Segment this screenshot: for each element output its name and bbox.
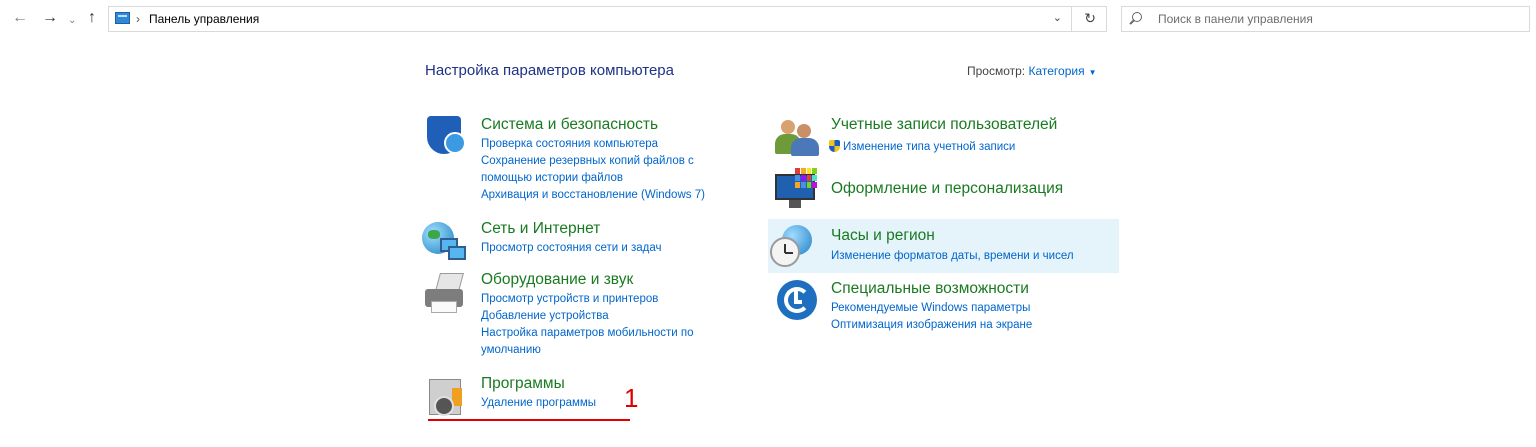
category-title[interactable]: Учетные записи пользователей (831, 116, 1057, 134)
category-title[interactable]: Специальные возможности (831, 280, 1029, 298)
link-change-account-type[interactable]: Изменение типа учетной записи (829, 139, 1015, 156)
category-title[interactable]: Система и безопасность (481, 116, 658, 134)
category-hardware-sound: Оборудование и звук Просмотр устройств и… (423, 271, 743, 361)
search-box[interactable]: Поиск в панели управления (1121, 6, 1530, 32)
clock-region-icon[interactable] (770, 225, 814, 269)
link-mobility-settings[interactable]: Настройка параметров мобильности по (481, 325, 694, 342)
category-appearance: Оформление и персонализация (773, 168, 1113, 212)
appearance-icon[interactable] (773, 168, 817, 212)
category-system-security: Система и безопасность Проверка состояни… (425, 116, 745, 206)
uac-shield-icon (829, 140, 840, 152)
category-title[interactable]: Сеть и Интернет (481, 220, 600, 238)
link-file-history-backup-cont[interactable]: помощью истории файлов (481, 170, 705, 187)
control-panel-small-icon (115, 12, 130, 24)
forward-arrow-icon[interactable]: → (42, 10, 58, 26)
breadcrumb-chevron-icon[interactable]: › (136, 12, 140, 26)
link-backup-restore-win7[interactable]: Архивация и восстановление (Windows 7) (481, 187, 705, 204)
page-title: Настройка параметров компьютера (425, 62, 674, 79)
breadcrumb-control-panel[interactable]: Панель управления (149, 12, 259, 26)
view-by-dropdown[interactable]: Категория (1028, 64, 1084, 78)
category-clock-region: Часы и регион Изменение форматов даты, в… (768, 219, 1119, 273)
programs-icon[interactable] (425, 375, 469, 419)
category-title[interactable]: Часы и регион (831, 227, 935, 245)
search-input[interactable]: Поиск в панели управления (1158, 12, 1313, 26)
up-arrow-icon[interactable]: ↑ (88, 10, 96, 26)
annotation-number: 1 (624, 383, 639, 413)
address-divider (1071, 7, 1072, 31)
link-check-computer-status[interactable]: Проверка состояния компьютера (481, 136, 705, 153)
annotation-underline (428, 419, 630, 421)
category-title[interactable]: Оформление и персонализация (831, 180, 1063, 198)
category-title[interactable]: Оборудование и звук (481, 271, 633, 289)
accessibility-icon[interactable] (775, 280, 819, 324)
address-bar[interactable]: › Панель управления ⌄ ↻ (108, 6, 1107, 32)
shield-icon[interactable] (425, 116, 469, 160)
recent-locations-chevron-icon[interactable]: ⌄ (68, 13, 76, 29)
link-recommended-settings[interactable]: Рекомендуемые Windows параметры (831, 300, 1032, 317)
link-devices-printers[interactable]: Просмотр устройств и принтеров (481, 291, 694, 308)
category-user-accounts: Учетные записи пользователей Изменение т… (775, 116, 1115, 160)
view-by: Просмотр: Категория ▼ (967, 64, 1097, 78)
category-title[interactable]: Программы (481, 375, 565, 393)
link-view-network-status[interactable]: Просмотр состояния сети и задач (481, 240, 661, 257)
category-ease-of-access: Специальные возможности Рекомендуемые Wi… (775, 280, 1115, 340)
link-uninstall-program[interactable]: Удаление программы (481, 395, 596, 412)
link-mobility-settings-cont[interactable]: умолчанию (481, 342, 694, 359)
users-icon[interactable] (775, 116, 819, 160)
view-by-caret-icon[interactable]: ▼ (1089, 68, 1097, 77)
refresh-icon[interactable]: ↻ (1084, 10, 1096, 27)
view-by-label: Просмотр: (967, 64, 1026, 78)
link-change-date-time-formats[interactable]: Изменение форматов даты, времени и чисел (831, 248, 1074, 265)
address-dropdown-chevron-icon[interactable]: ⌄ (1053, 11, 1062, 24)
network-globe-icon[interactable] (422, 220, 466, 264)
search-icon (1132, 12, 1142, 22)
link-optimize-display[interactable]: Оптимизация изображения на экране (831, 317, 1032, 334)
navigation-bar: ← → ⌄ ↑ › Панель управления ⌄ ↻ Поиск в … (0, 0, 1536, 38)
category-network-internet: Сеть и Интернет Просмотр состояния сети … (422, 220, 742, 264)
printer-icon[interactable] (423, 271, 467, 315)
link-add-device[interactable]: Добавление устройства (481, 308, 694, 325)
back-arrow-icon[interactable]: ← (12, 10, 28, 26)
link-file-history-backup[interactable]: Сохранение резервных копий файлов с (481, 153, 705, 170)
category-programs: Программы Удаление программы (425, 375, 745, 419)
